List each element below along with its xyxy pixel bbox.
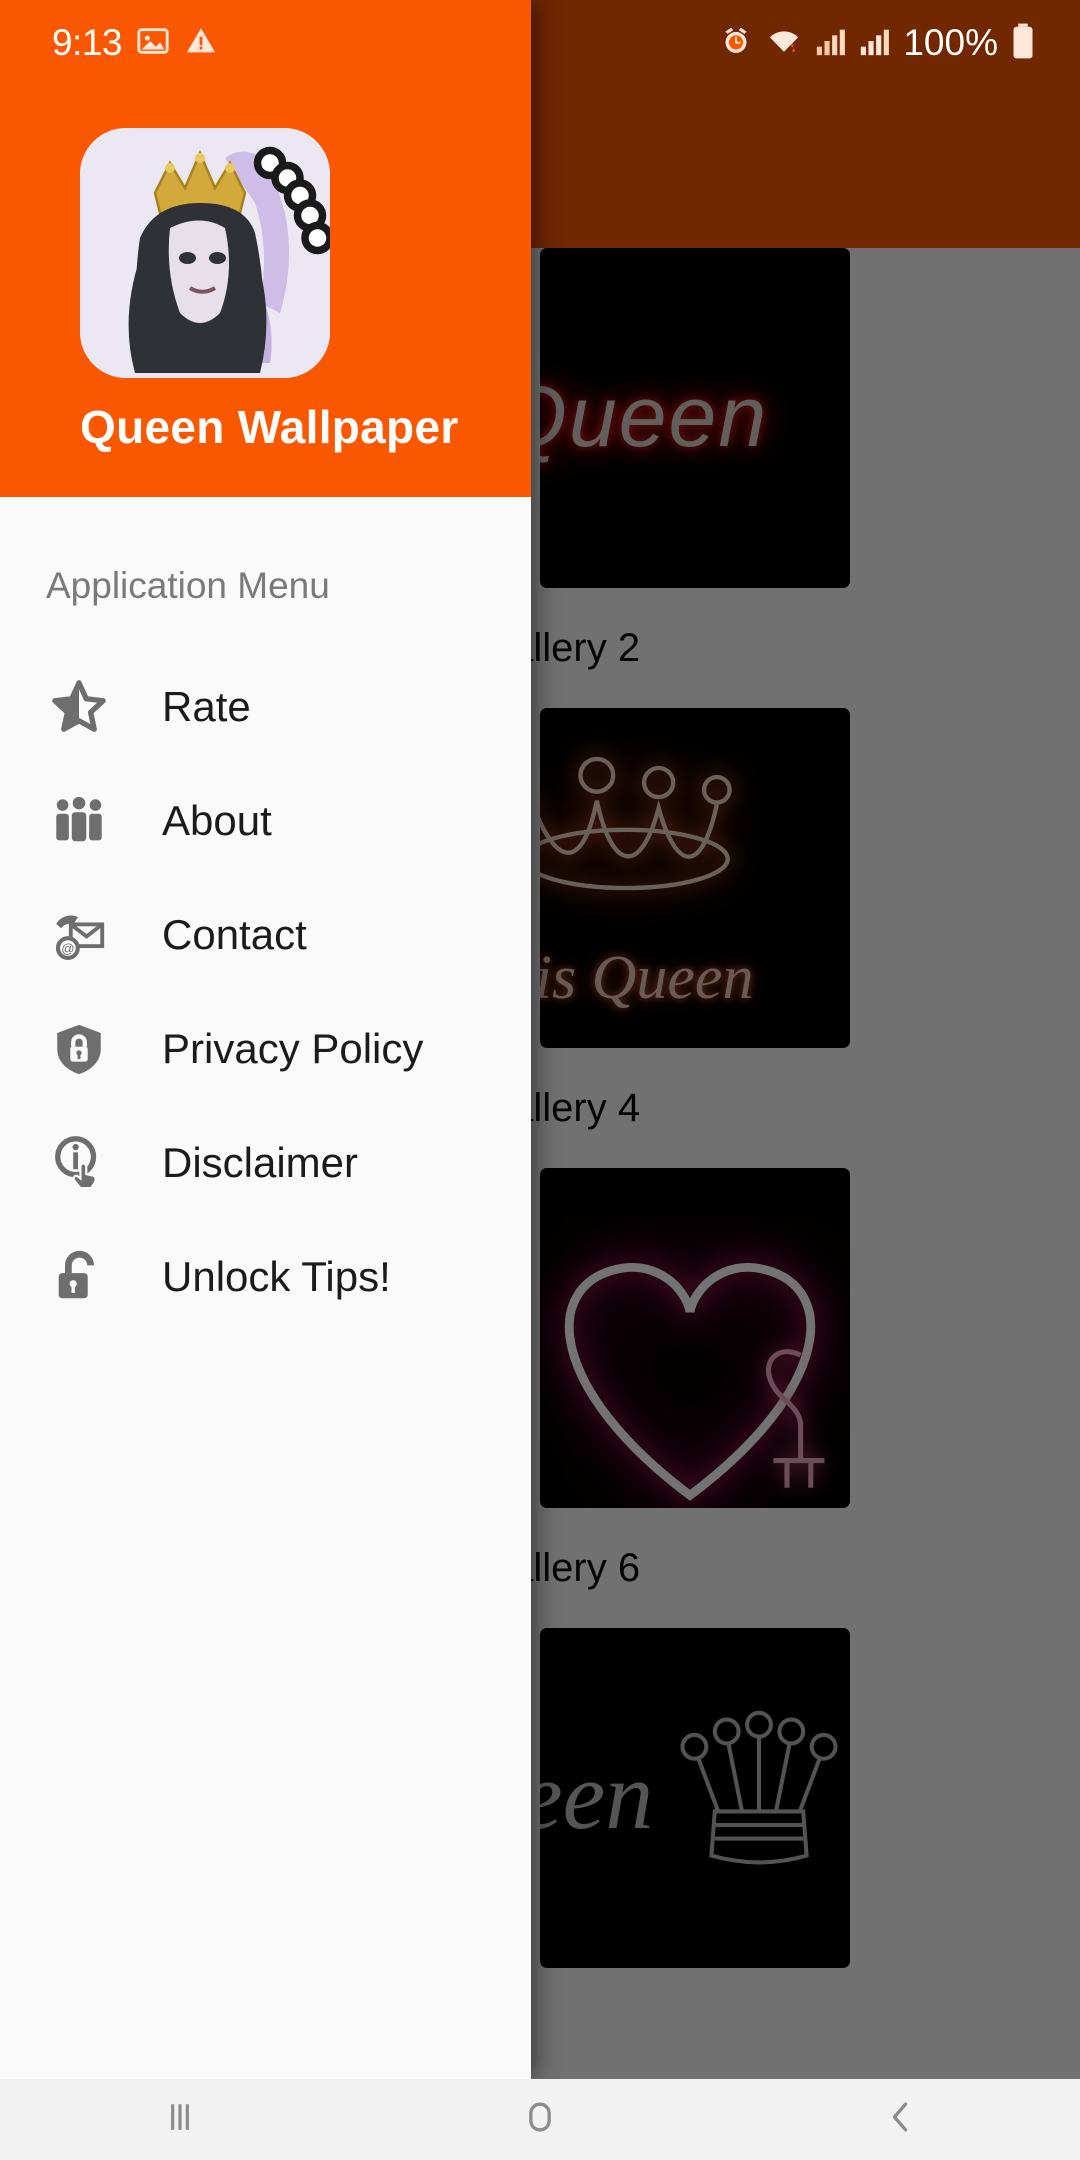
- menu-item-about[interactable]: About: [0, 764, 531, 878]
- menu-item-label: Contact: [162, 911, 307, 958]
- battery-full-icon: [1010, 22, 1036, 65]
- menu-item-disclaimer[interactable]: Disclaimer: [0, 1106, 531, 1220]
- menu-item-unlock-tips[interactable]: Unlock Tips!: [0, 1220, 531, 1334]
- warning-icon: [184, 24, 218, 63]
- status-bar: 9:13: [0, 0, 531, 86]
- info-hand-icon: [48, 1132, 110, 1194]
- menu-item-label: Disclaimer: [162, 1139, 359, 1186]
- menu-item-label: Rate: [162, 683, 251, 730]
- signal-icon: [859, 24, 891, 63]
- people-group-icon: [48, 790, 110, 852]
- menu-item-label: About: [162, 797, 272, 844]
- app-logo: [80, 128, 330, 378]
- back-button[interactable]: [720, 2079, 1080, 2160]
- home-button[interactable]: [360, 2079, 720, 2160]
- home-icon: [518, 2095, 562, 2144]
- wifi-icon: [765, 24, 803, 63]
- menu-item-label: Privacy Policy: [162, 1025, 424, 1072]
- menu-item-rate[interactable]: Rate: [0, 650, 531, 764]
- recents-button[interactable]: [0, 2079, 360, 2160]
- navigation-drawer: 9:13 Queen Wallpaper Application Menu Ra…: [0, 0, 531, 2079]
- status-bar-clock: 9:13: [52, 22, 123, 63]
- menu-section-label: Application Menu: [46, 565, 330, 606]
- image-icon: [136, 24, 170, 63]
- phone-envelope-at-icon: @: [48, 904, 110, 966]
- menu-item-contact[interactable]: @ Contact: [0, 878, 531, 992]
- alarm-icon: [719, 24, 753, 63]
- svg-text:@: @: [61, 941, 74, 956]
- star-half-icon: [48, 676, 110, 738]
- recents-icon: [158, 2095, 202, 2144]
- back-icon: [878, 2095, 922, 2144]
- signal-icon: [815, 24, 847, 63]
- menu-item-privacy-policy[interactable]: Privacy Policy: [0, 992, 531, 1106]
- status-bar-right-cluster: 100%: [719, 0, 1036, 86]
- drawer-header: 9:13 Queen Wallpaper: [0, 0, 531, 497]
- drawer-menu-list: Rate About @ Contact Privacy Policy Disc…: [0, 650, 531, 1334]
- unlock-icon: [48, 1246, 110, 1308]
- app-name-title: Queen Wallpaper: [80, 401, 459, 453]
- system-navigation-bar: [0, 2079, 1080, 2160]
- shield-lock-icon: [48, 1018, 110, 1080]
- battery-percent-label: 100%: [903, 22, 998, 63]
- menu-item-label: Unlock Tips!: [162, 1253, 391, 1300]
